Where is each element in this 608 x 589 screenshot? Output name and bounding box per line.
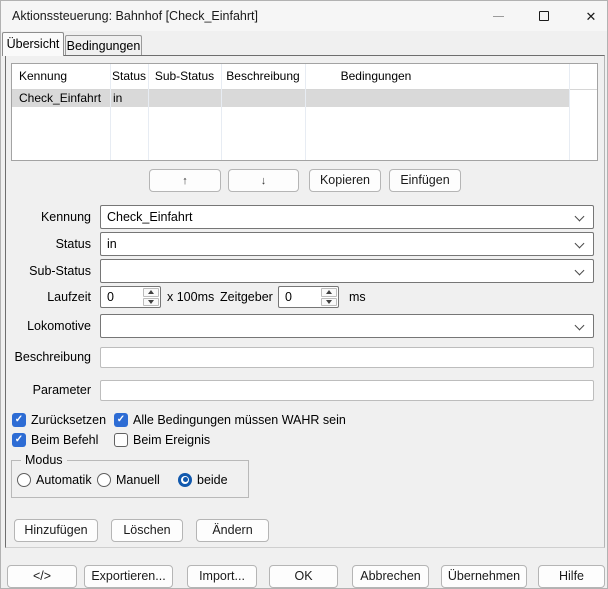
row-cell-beschreibung [221,90,305,107]
row-cell-bedingungen [305,90,569,107]
column-divider [148,64,149,160]
maximize-icon [539,11,549,21]
actions-table[interactable]: Kennung Status Sub-Status Beschreibung B… [11,63,598,161]
minimize-button[interactable] [482,1,514,31]
row-cell-sub-status [148,90,221,107]
abbrechen-button[interactable]: Abbrechen [352,565,429,588]
table-header-row: Kennung Status Sub-Status Beschreibung B… [12,64,569,89]
column-divider [221,64,222,160]
minimize-icon [493,16,504,17]
exportieren-button[interactable]: Exportieren... [84,565,173,588]
tab-bedingungen[interactable]: Bedingungen [65,35,142,55]
row-cell-status: in [110,90,148,107]
uebernehmen-button[interactable]: Übernehmen [441,565,527,588]
column-header-kennung[interactable]: Kennung [12,64,110,89]
window-title: Aktionssteuerung: Bahnhof [Check_Einfahr… [12,1,258,31]
column-header-bedingungen[interactable]: Bedingungen [305,64,569,89]
row-cell-kennung: Check_Einfahrt [12,90,110,107]
table-row[interactable]: Check_Einfahrt in [12,90,569,107]
ok-button[interactable]: OK [269,565,338,588]
column-divider [569,64,570,160]
column-divider [110,64,111,160]
code-view-button[interactable]: </> [7,565,77,588]
column-header-sub-status[interactable]: Sub-Status [148,64,221,89]
maximize-button[interactable] [528,1,560,31]
close-icon: ✕ [586,10,597,23]
dialog-window: Aktionssteuerung: Bahnhof [Check_Einfahr… [0,0,608,589]
title-bar: Aktionssteuerung: Bahnhof [Check_Einfahr… [1,1,607,31]
import-button[interactable]: Import... [187,565,257,588]
hilfe-button[interactable]: Hilfe [538,565,605,588]
tab-uebersicht[interactable]: Übersicht [2,32,64,56]
column-header-beschreibung[interactable]: Beschreibung [221,64,305,89]
column-divider [305,64,306,160]
column-header-status[interactable]: Status [110,64,148,89]
close-button[interactable]: ✕ [575,1,607,31]
